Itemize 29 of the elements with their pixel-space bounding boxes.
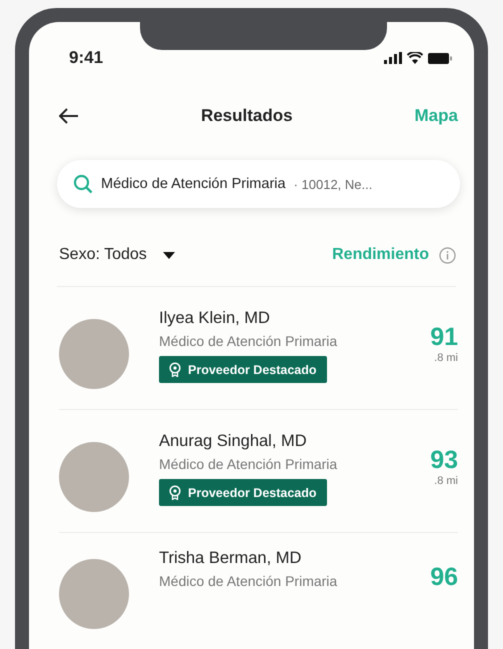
back-button[interactable] <box>59 108 79 124</box>
doctor-score: 93 <box>430 446 458 475</box>
status-time: 9:41 <box>69 48 104 68</box>
info-icon[interactable] <box>439 246 456 264</box>
doctor-specialty: Médico de Atención Primaria <box>159 573 338 589</box>
page-title: Resultados <box>200 106 293 126</box>
search-location: · 10012, Ne... <box>294 176 372 192</box>
doctor-distance: .8 mi <box>434 475 458 487</box>
search-icon <box>73 174 93 194</box>
doctor-name[interactable]: Ilyea Klein, MD <box>159 309 430 328</box>
caret-icon <box>162 252 175 259</box>
doctor-distance: .8 mi <box>434 352 458 364</box>
featured-provider-badge: Proveedor Destacado <box>159 356 327 383</box>
wifi-icon <box>407 52 423 64</box>
doctor-specialty: Médico de Atención Primaria <box>159 456 338 472</box>
featured-provider-badge: Proveedor Destacado <box>159 479 327 506</box>
doctor-specialty: Médico de Atención Primaria <box>159 333 338 349</box>
award-icon <box>169 362 181 377</box>
signal-icon <box>384 52 402 64</box>
doctor-name[interactable]: Trisha Berman, MD <box>159 549 430 568</box>
sex-filter-dropdown[interactable]: Sexo: Todos <box>59 246 175 264</box>
doctor-name[interactable]: Anurag Singhal, MD <box>159 432 430 451</box>
doctor-score: 91 <box>430 323 458 352</box>
doctor-score: 96 <box>430 563 458 592</box>
award-icon <box>169 485 181 500</box>
back-arrow-icon <box>59 108 79 124</box>
battery-icon <box>428 52 452 64</box>
search-query: Médico de Atención Primaria <box>101 176 286 192</box>
search-field[interactable]: Médico de Atención Primaria · 10012, Ne... <box>57 160 460 208</box>
